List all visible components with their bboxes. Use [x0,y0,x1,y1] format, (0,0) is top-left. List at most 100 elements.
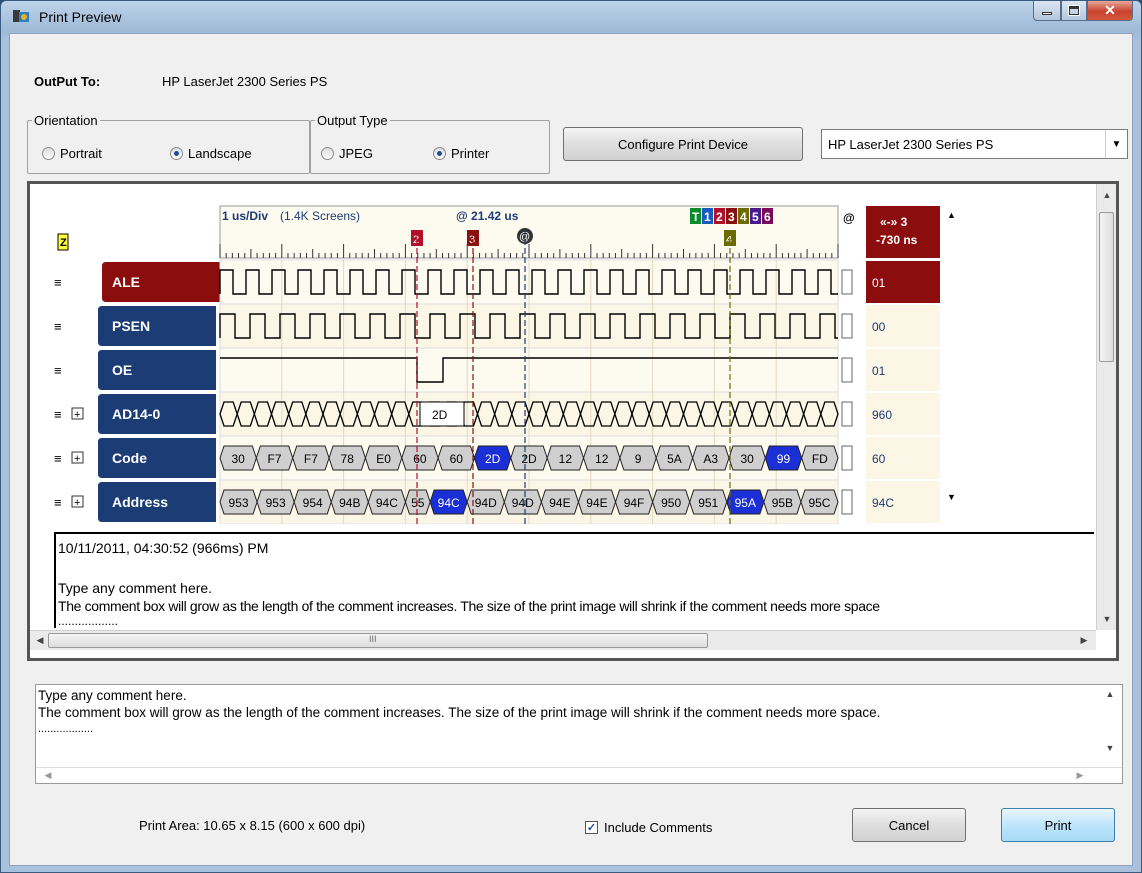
signal-value: 00 [872,320,886,334]
comment-line1: Type any comment here. [38,688,187,703]
comment-scroll-up-icon[interactable]: ▲ [1102,689,1118,699]
marker-3-label: 3 [469,234,475,246]
drag-handle-icon: ≡ [54,275,62,290]
landscape-label: Landscape [188,146,252,161]
orientation-title: Orientation [32,113,100,128]
bus-cell-value: 95A [735,496,756,510]
bus-cell-value: 12 [595,452,609,466]
z-marker-label: Z [60,237,67,249]
bus-cell-value: 94E [549,496,570,510]
drag-handle-icon: ≡ [54,451,62,466]
scroll-up-icon[interactable]: ▲ [1099,190,1115,200]
printer-radio[interactable]: Printer [433,146,489,161]
inner-scroll-up-icon: ▲ [947,210,956,220]
bus-cell-value: FD [812,452,828,466]
hscroll-thumb[interactable]: III [48,633,708,648]
marker-flag-label: 5 [752,210,759,224]
minimize-button[interactable] [1033,1,1061,21]
jpeg-radio[interactable]: JPEG [321,146,373,161]
minimize-icon [1042,12,1052,15]
signal-scale-icon [841,357,853,383]
preview-comment: 10/11/2011, 04:30:52 (966ms) PM Type any… [54,532,1094,628]
printer-device-select[interactable]: HP LaserJet 2300 Series PS ▼ [821,129,1128,159]
signal-value: 960 [872,408,892,422]
marker-2-label: 2 [413,234,419,246]
landscape-radio-dot [170,147,183,160]
comment-scroll-right-icon[interactable]: ▶ [1072,770,1088,781]
marker-flag-label: 3 [728,210,735,224]
comment-scroll-left-icon[interactable]: ◀ [40,770,56,781]
maximize-button[interactable] [1061,1,1087,21]
jpeg-radio-dot [321,147,334,160]
signal-name: AD14-0 [112,406,160,422]
bus-cell-value: 5A [667,452,682,466]
bus-cell-value: 94C [438,496,460,510]
scroll-thumb[interactable] [1099,212,1114,362]
bus-cell-value: 94F [624,496,645,510]
signal-value: 60 [872,452,886,466]
bus-cell-value: 94B [339,496,360,510]
preview-hscrollbar[interactable]: ◀ III ▶ [30,630,1096,650]
close-button[interactable]: ✕ [1087,1,1133,21]
output-type-title: Output Type [315,113,390,128]
bus-cell-value: 950 [661,496,681,510]
portrait-radio[interactable]: Portrait [42,146,102,161]
configure-print-device-button[interactable]: Configure Print Device [563,127,803,161]
bus-cell-value: 954 [303,496,323,510]
bus-cell-value: 9 [635,452,642,466]
include-comments-checkbox[interactable]: ✓ Include Comments [585,820,712,835]
bus-cell-value: 951 [698,496,718,510]
bus-cell-value: F7 [268,452,282,466]
print-area-label: Print Area: 10.65 x 8.15 (600 x 600 dpi) [139,818,366,833]
bus-cell-value: 2D [485,452,501,466]
at-icon: @ [843,211,855,225]
jpeg-label: JPEG [339,146,373,161]
landscape-radio[interactable]: Landscape [170,146,252,161]
bus-cell-value: 2D [521,452,537,466]
chevron-down-icon[interactable]: ▼ [1105,130,1127,158]
bus-cell-value: 78 [341,452,355,466]
app-icon [13,10,29,22]
bus-cell-value: 30 [231,452,245,466]
signal-value: 01 [872,364,886,378]
scroll-left-icon[interactable]: ◀ [32,635,48,646]
preview-comment-line1: Type any comment here. [58,580,213,596]
marker-flag-label: 1 [704,210,711,224]
expand-icon-plus: + [74,497,80,509]
bus-cell-value: A3 [703,452,718,466]
marker-4-label: 4 [726,234,732,246]
close-icon: ✕ [1104,2,1116,18]
cancel-button[interactable]: Cancel [852,808,966,842]
output-type-group: Output Type JPEG Printer [310,113,550,174]
comment-textarea[interactable]: Type any comment here. The comment box w… [35,684,1123,784]
bus-cell-value: 55 [411,496,425,510]
drag-handle-icon: ≡ [54,407,62,422]
bus-cell-value: 95B [772,496,793,510]
portrait-label: Portrait [60,146,102,161]
bus-cell-value: 99 [777,452,791,466]
window-title: Print Preview [39,9,122,25]
comment-hscrollbar[interactable]: ◀ ▶ [36,767,1122,783]
waveform-scrollbar[interactable]: ▲ ▼ [1096,184,1116,630]
print-button[interactable]: Print [1001,808,1115,842]
bus-cell-value: 953 [266,496,286,510]
comment-line3: .................. [38,723,94,735]
comment-scroll-down-icon[interactable]: ▼ [1102,743,1118,753]
bus-cell-value: 94D [475,496,497,510]
output-to-label: OutPut To: [34,74,101,89]
orientation-group: Orientation Portrait Landscape [27,113,310,174]
bus-cell-value: 94E [586,496,607,510]
scroll-right-icon[interactable]: ▶ [1076,635,1092,646]
bus-cell-value: 12 [559,452,573,466]
bus-cell-value: 60 [450,452,464,466]
portrait-radio-dot [42,147,55,160]
preview-comment-line2: The comment box will grow as the length … [58,598,880,614]
scroll-down-icon[interactable]: ▼ [1099,614,1115,624]
bus-cell-value: 94C [376,496,398,510]
bus-cell-value: 30 [740,452,754,466]
title-bar[interactable]: Print Preview ✕ [1,1,1141,33]
signal-scale-icon [841,489,853,515]
delta-value: -730 ns [876,233,918,247]
delta-box [866,206,940,258]
signal-name: Address [112,494,168,510]
